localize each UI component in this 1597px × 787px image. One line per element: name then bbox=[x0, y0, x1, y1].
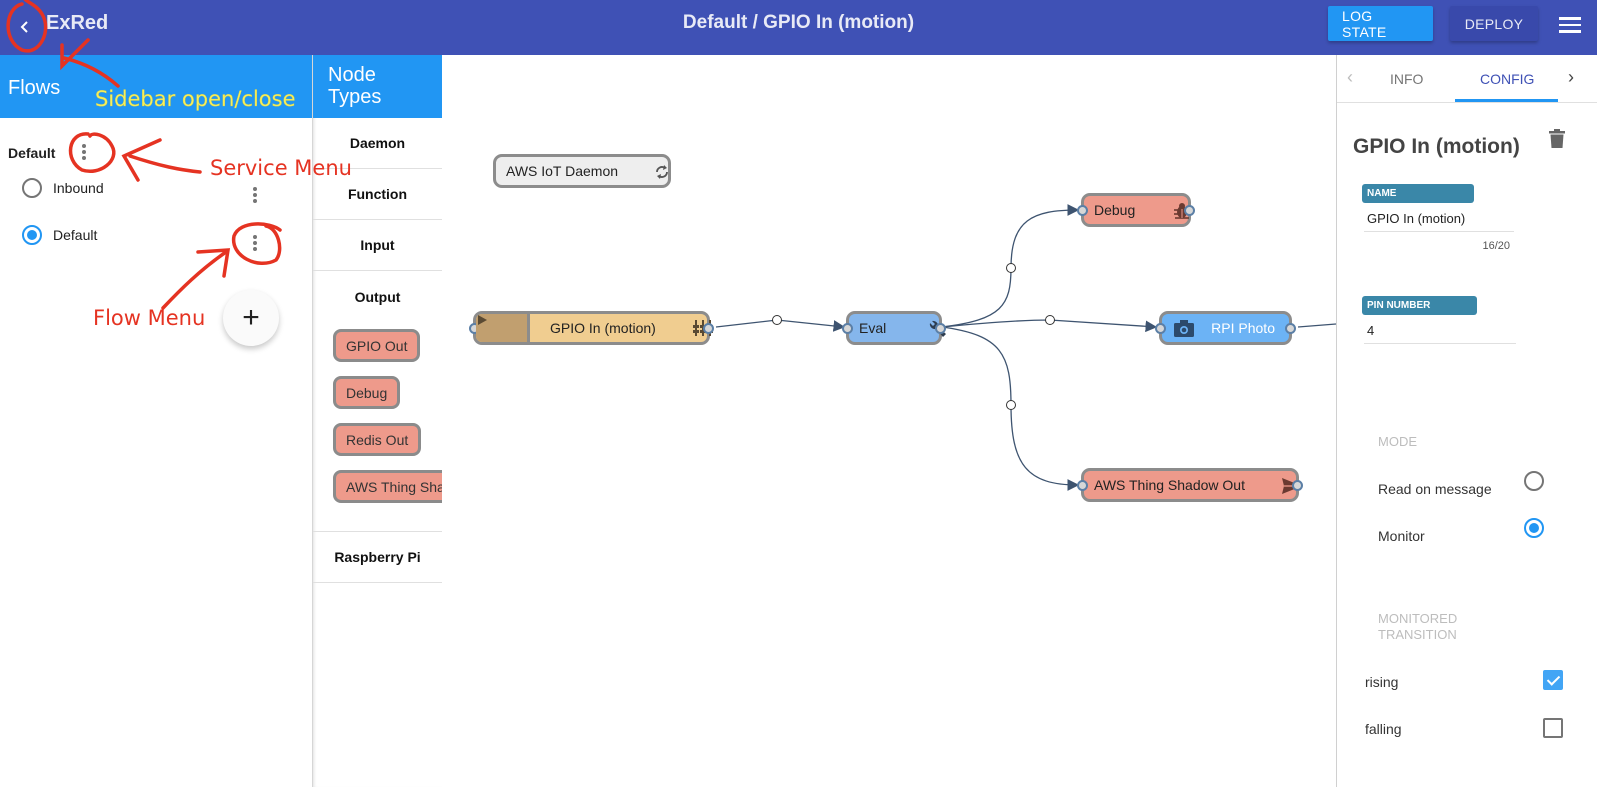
chevron-left-icon bbox=[20, 21, 28, 33]
sidebar-toggle-button[interactable] bbox=[8, 10, 42, 44]
node-types-header: Node Types bbox=[313, 55, 442, 118]
log-state-button[interactable]: LOG STATE bbox=[1328, 6, 1433, 41]
mode-monitor-radio[interactable] bbox=[1524, 518, 1544, 538]
node-types-panel: Node Types Daemon Function Input Output … bbox=[312, 55, 442, 787]
hamburger-menu-icon[interactable] bbox=[1556, 13, 1584, 41]
node-debug[interactable]: Debug bbox=[1077, 193, 1195, 227]
node-aws-iot-daemon[interactable]: AWS IoT Daemon bbox=[493, 154, 671, 188]
palette-node-list: GPIO Out Debug Redis Out AWS Thing Shado… bbox=[313, 329, 442, 517]
node-config-panel: ‹ INFO CONFIG › GPIO In (motion) NAME 16… bbox=[1336, 55, 1597, 787]
app-brand: ExRed bbox=[46, 12, 109, 34]
flow-label: Inbound bbox=[53, 180, 104, 196]
flow-item-default[interactable]: Default bbox=[22, 223, 97, 247]
transition-label-line: MONITORED bbox=[1378, 611, 1458, 626]
flow-radio[interactable] bbox=[22, 178, 42, 198]
category-daemon[interactable]: Daemon bbox=[313, 118, 442, 169]
pin-number-input[interactable] bbox=[1364, 318, 1516, 344]
mode-section-label: MODE bbox=[1378, 434, 1417, 449]
delete-node-button[interactable] bbox=[1549, 129, 1565, 149]
category-input[interactable]: Input bbox=[313, 220, 442, 271]
mode-option-label: Monitor bbox=[1378, 528, 1425, 544]
tab-active-indicator bbox=[1455, 99, 1558, 102]
category-label: Daemon bbox=[349, 135, 406, 151]
flow-item-inbound[interactable]: Inbound bbox=[22, 176, 104, 200]
node-gpio-in[interactable]: GPIO In (motion) bbox=[469, 311, 714, 345]
category-output[interactable]: Output GPIO Out Debug Redis Out AWS Thin… bbox=[313, 271, 442, 532]
add-flow-button[interactable]: + bbox=[223, 290, 279, 346]
node-types-header-line: Node bbox=[328, 64, 376, 86]
category-raspberry-pi[interactable]: Raspberry Pi bbox=[313, 532, 442, 583]
palette-node-gpio-out[interactable]: GPIO Out bbox=[333, 329, 421, 362]
node-label: RPI Photo bbox=[1211, 320, 1275, 336]
wire-midpoint-handle[interactable] bbox=[1006, 400, 1016, 410]
node-label: GPIO In (motion) bbox=[550, 320, 656, 336]
input-port[interactable] bbox=[1077, 479, 1088, 491]
palette-node-redis-out[interactable]: Redis Out bbox=[333, 423, 422, 456]
palette-node-aws-thing-shadow-out[interactable]: AWS Thing Shadow Out bbox=[333, 470, 442, 503]
node-label: AWS Thing Shadow Out bbox=[1094, 477, 1245, 493]
wire-midpoint-handle[interactable] bbox=[772, 315, 782, 325]
wire-rpi-photo-out bbox=[1297, 323, 1336, 328]
output-port[interactable] bbox=[1184, 204, 1195, 216]
falling-checkbox[interactable] bbox=[1543, 718, 1563, 738]
trash-icon bbox=[1549, 129, 1565, 148]
flow-radio[interactable] bbox=[22, 225, 42, 245]
input-port[interactable] bbox=[842, 322, 853, 334]
transition-label-line: TRANSITION bbox=[1378, 627, 1457, 642]
pin-number-field-label: PIN NUMBER bbox=[1362, 296, 1477, 315]
flows-sidebar: Flows Default Inbound Default + bbox=[0, 55, 312, 787]
name-input[interactable] bbox=[1364, 206, 1514, 232]
tab-config[interactable]: CONFIG bbox=[1480, 71, 1534, 87]
category-label: Input bbox=[360, 237, 395, 253]
flows-header: Flows bbox=[0, 55, 312, 118]
tab-info[interactable]: INFO bbox=[1390, 71, 1423, 87]
service-menu-button[interactable] bbox=[72, 140, 96, 164]
node-label: Debug bbox=[1094, 202, 1136, 218]
node-types-header-line: Types bbox=[328, 86, 382, 108]
category-label: Function bbox=[347, 186, 408, 202]
play-icon bbox=[478, 315, 487, 325]
node-label: AWS IoT Daemon bbox=[506, 163, 619, 179]
panel-title: GPIO In (motion) bbox=[1353, 135, 1520, 158]
app-bar: ExRed Default / GPIO In (motion) LOG STA… bbox=[0, 0, 1597, 55]
palette-node-debug[interactable]: Debug bbox=[333, 376, 401, 409]
flow-label: Default bbox=[53, 227, 98, 243]
output-port[interactable] bbox=[935, 322, 946, 334]
category-function[interactable]: Function bbox=[313, 169, 442, 220]
node-rpi-photo[interactable]: RPI Photo bbox=[1155, 311, 1296, 345]
transition-section-label: MONITORED TRANSITION bbox=[1378, 611, 1457, 643]
service-name: Default bbox=[8, 145, 56, 161]
flow-menu-button[interactable] bbox=[243, 231, 267, 255]
node-eval[interactable]: Eval bbox=[842, 311, 946, 345]
transition-option-label: falling bbox=[1365, 721, 1402, 737]
wire-midpoint-handle[interactable] bbox=[1045, 315, 1055, 325]
output-port[interactable] bbox=[703, 322, 714, 334]
output-port[interactable] bbox=[1292, 479, 1303, 491]
panel-tabs: ‹ INFO CONFIG › bbox=[1337, 55, 1597, 103]
output-port[interactable] bbox=[1285, 322, 1296, 334]
node-aws-thing-shadow-out[interactable]: AWS Thing Shadow Out bbox=[1077, 468, 1303, 502]
node-label: Eval bbox=[859, 320, 887, 336]
input-port[interactable] bbox=[1155, 322, 1166, 334]
trigger-button[interactable] bbox=[476, 314, 530, 342]
tab-scroll-right-icon[interactable]: › bbox=[1568, 67, 1574, 88]
mode-read-on-message-radio[interactable] bbox=[1524, 471, 1544, 491]
mode-option-label: Read on message bbox=[1378, 481, 1492, 497]
wire-midpoint-handle[interactable] bbox=[1006, 263, 1016, 273]
flow-menu-button[interactable] bbox=[243, 183, 267, 207]
deploy-button[interactable]: DEPLOY bbox=[1450, 6, 1538, 41]
category-label: Output bbox=[354, 289, 401, 305]
transition-option-label: rising bbox=[1365, 674, 1399, 690]
category-label: Raspberry Pi bbox=[334, 549, 421, 565]
tab-scroll-left-icon[interactable]: ‹ bbox=[1347, 67, 1353, 88]
input-port[interactable] bbox=[1077, 204, 1088, 216]
name-char-counter: 16/20 bbox=[1482, 240, 1510, 252]
flow-canvas[interactable]: AWS IoT Daemon GPIO In (motion) Eval Deb… bbox=[442, 55, 1336, 787]
rising-checkbox[interactable] bbox=[1543, 670, 1563, 690]
name-field-label: NAME bbox=[1362, 184, 1474, 203]
